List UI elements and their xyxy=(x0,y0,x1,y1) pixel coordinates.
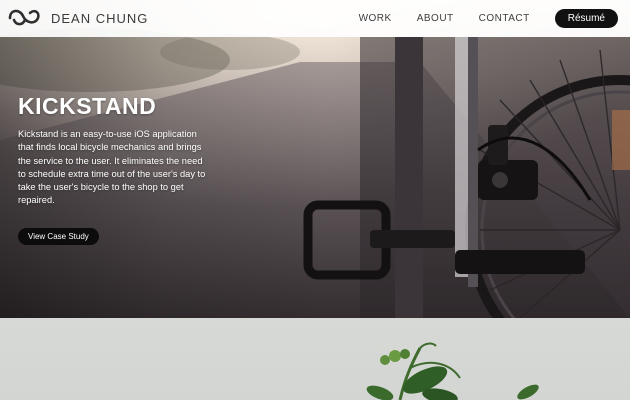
resume-button[interactable]: Résumé xyxy=(554,9,618,28)
plant-sprig-photo xyxy=(366,342,539,400)
hero-section: KICKSTAND Kickstand is an easy-to-use iO… xyxy=(0,0,630,318)
nav-link-about[interactable]: ABOUT xyxy=(417,13,454,24)
nav-link-contact[interactable]: CONTACT xyxy=(479,13,530,24)
project-description: Kickstand is an easy-to-use iOS applicat… xyxy=(18,129,206,206)
next-project-section xyxy=(0,318,630,400)
nav-link-work[interactable]: WORK xyxy=(359,13,392,24)
nav-links: WORK ABOUT CONTACT Résumé xyxy=(359,0,620,37)
view-case-study-button[interactable]: View Case Study xyxy=(18,228,99,245)
hero-text-block: KICKSTAND Kickstand is an easy-to-use iO… xyxy=(18,93,208,208)
top-nav: DEAN CHUNG WORK ABOUT CONTACT Résumé xyxy=(0,0,630,37)
wave-logo-icon[interactable] xyxy=(8,7,42,29)
brand-name[interactable]: DEAN CHUNG xyxy=(51,11,148,26)
project-title: KICKSTAND xyxy=(18,93,157,119)
